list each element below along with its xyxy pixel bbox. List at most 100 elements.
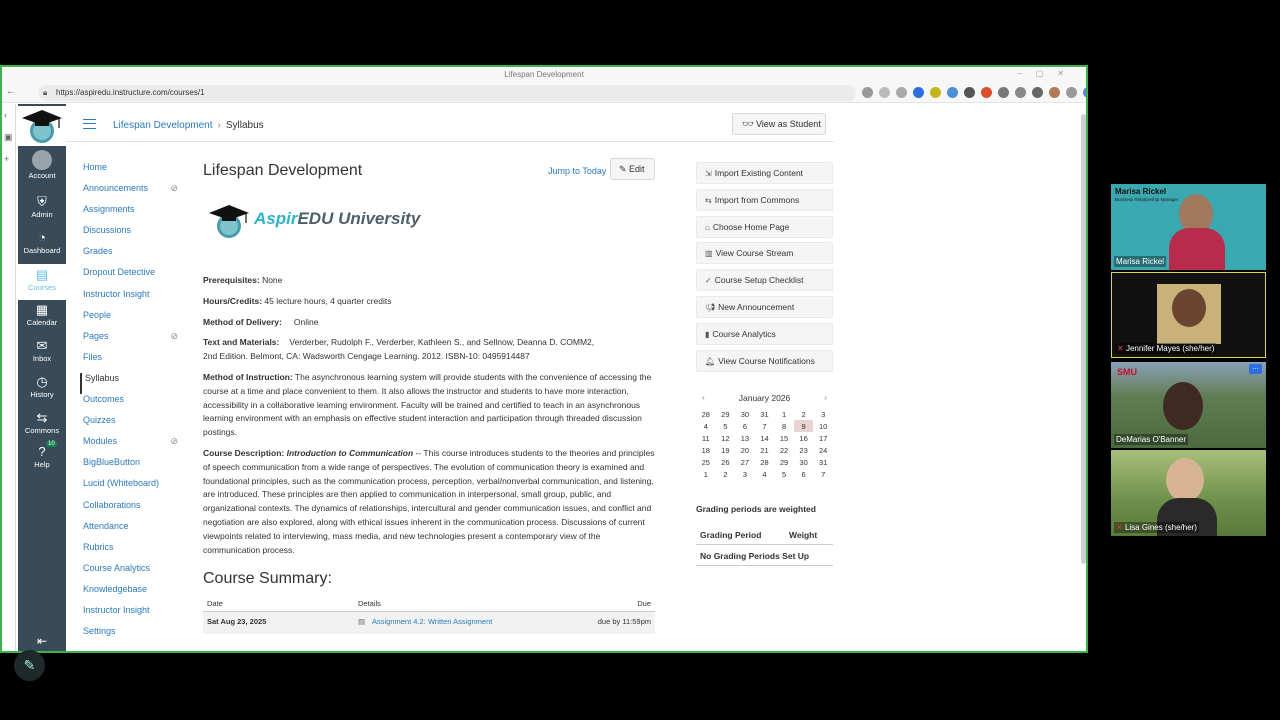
assignment-link[interactable]: Assignment 4.2: Written Assignment xyxy=(372,617,492,626)
course-nav-syllabus[interactable]: Syllabus xyxy=(80,372,178,395)
import-from-commons-button[interactable]: ⇆ Import from Commons xyxy=(696,188,833,211)
calendar-day[interactable]: 16 xyxy=(794,432,814,444)
global-nav-calendar[interactable]: ▦ Calendar xyxy=(18,302,66,327)
extension-icon[interactable] xyxy=(998,87,1009,98)
calendar-day[interactable]: 26 xyxy=(716,456,736,468)
calendar-day[interactable]: 7 xyxy=(813,468,833,480)
global-nav-account[interactable]: Account xyxy=(18,150,66,180)
calendar-day[interactable]: 15 xyxy=(774,432,794,444)
course-nav-dropout-detective[interactable]: Dropout Detective xyxy=(83,267,178,288)
calendar-day[interactable]: 27 xyxy=(735,456,755,468)
global-nav-inbox[interactable]: ✉ Inbox xyxy=(18,338,66,363)
course-nav-lucid-whiteboard[interactable]: Lucid (Whiteboard) xyxy=(83,478,178,499)
calendar-day[interactable]: 12 xyxy=(716,432,736,444)
course-nav-instructor-insight[interactable]: Instructor Insight xyxy=(83,289,178,310)
calendar-day[interactable]: 2 xyxy=(716,468,736,480)
chevron-left-icon[interactable]: ‹ xyxy=(702,392,705,402)
calendar-day[interactable]: 1 xyxy=(774,408,794,420)
more-options-icon[interactable]: … xyxy=(1249,364,1262,374)
course-nav-files[interactable]: Files xyxy=(83,352,178,373)
calendar-day[interactable]: 29 xyxy=(774,456,794,468)
extension-icon[interactable] xyxy=(896,87,907,98)
calendar-day[interactable]: 30 xyxy=(794,456,814,468)
window-controls[interactable]: –▢✕ xyxy=(1017,69,1078,78)
extension-icon[interactable] xyxy=(964,87,975,98)
course-nav-outcomes[interactable]: Outcomes xyxy=(83,394,178,415)
chevron-right-icon[interactable]: › xyxy=(824,392,827,402)
add-icon[interactable]: + xyxy=(4,154,9,164)
view-course-stream-button[interactable]: ▥ View Course Stream xyxy=(696,242,833,265)
course-nav-home[interactable]: Home xyxy=(83,162,178,183)
course-nav-attendance[interactable]: Attendance xyxy=(83,521,178,542)
calendar-day[interactable]: 4 xyxy=(755,468,775,480)
annotate-pen-icon[interactable]: ✎ xyxy=(14,650,45,681)
edit-button[interactable]: ✎ Edit xyxy=(610,158,655,180)
global-nav-help[interactable]: ? Help 10 xyxy=(18,441,66,469)
course-nav-knowledgebase[interactable]: Knowledgebase xyxy=(83,584,178,605)
calendar-day-today[interactable]: 9 xyxy=(793,420,814,432)
calendar-day[interactable]: 3 xyxy=(735,468,755,480)
course-nav-settings[interactable]: Settings xyxy=(83,626,178,647)
calendar-day[interactable]: 5 xyxy=(716,420,736,432)
extension-icon[interactable] xyxy=(930,87,941,98)
course-setup-checklist-button[interactable]: ✓ Course Setup Checklist xyxy=(696,269,833,292)
hamburger-icon[interactable] xyxy=(83,119,96,129)
calendar-day[interactable]: 1 xyxy=(696,468,716,480)
global-nav-commons[interactable]: ⇆ Commons xyxy=(18,410,66,435)
calendar-day[interactable]: 24 xyxy=(813,444,833,456)
participant-tile[interactable]: SMU … DeMarias O'Banner xyxy=(1111,362,1266,448)
extension-icon[interactable] xyxy=(1032,87,1043,98)
choose-home-page-button[interactable]: ⌂ Choose Home Page xyxy=(696,215,833,238)
import-existing-content-button[interactable]: ⇲ Import Existing Content xyxy=(696,162,833,184)
calendar-day[interactable]: 30 xyxy=(735,408,755,420)
calendar-day[interactable]: 4 xyxy=(696,420,716,432)
calendar-day[interactable]: 3 xyxy=(813,408,833,420)
calendar-day[interactable]: 25 xyxy=(696,456,716,468)
calendar-day[interactable]: 14 xyxy=(755,432,775,444)
course-nav-collaborations[interactable]: Collaborations xyxy=(83,500,178,521)
course-nav-grades[interactable]: Grades xyxy=(83,246,178,267)
course-analytics-button[interactable]: ▮ Course Analytics xyxy=(696,322,833,345)
page-scrollbar[interactable] xyxy=(1081,114,1086,564)
view-course-notifications-button[interactable]: 🔔︎ View Course Notifications xyxy=(696,349,833,372)
calendar-day[interactable]: 8 xyxy=(774,420,794,432)
calendar-day[interactable]: 17 xyxy=(813,432,833,444)
calendar-day[interactable]: 23 xyxy=(794,444,814,456)
course-nav-people[interactable]: People xyxy=(83,310,178,331)
course-nav-modules[interactable]: Modules ⊘ xyxy=(83,436,178,457)
calendar-day[interactable]: 6 xyxy=(735,420,755,432)
calendar-day[interactable]: 28 xyxy=(755,456,775,468)
calendar-day[interactable]: 31 xyxy=(813,456,833,468)
collapse-icon[interactable]: ‹ xyxy=(4,110,7,120)
breadcrumb-course[interactable]: Lifespan Development xyxy=(113,120,213,131)
participant-tile-active[interactable]: ✕ Jennifer Mayes (she/her) xyxy=(1111,272,1266,358)
global-nav-admin[interactable]: ⛨ Admin xyxy=(18,194,66,219)
participant-tile[interactable]: Marisa Rickel Business Relationship Mana… xyxy=(1111,184,1266,270)
profile-avatar[interactable] xyxy=(1049,87,1060,98)
view-as-student-button[interactable]: 👓︎ View as Student xyxy=(732,113,826,135)
course-nav-discussions[interactable]: Discussions xyxy=(83,225,178,246)
calendar-day[interactable]: 22 xyxy=(774,444,794,456)
course-nav-instructor-insight[interactable]: Instructor Insight xyxy=(83,605,178,626)
extension-icon[interactable] xyxy=(913,87,924,98)
calendar-day[interactable]: 28 xyxy=(696,408,716,420)
calendar-day[interactable]: 7 xyxy=(755,420,775,432)
institution-logo[interactable] xyxy=(18,106,66,146)
address-bar[interactable]: 🔒︎ https://aspiredu.instructure.com/cour… xyxy=(38,85,856,101)
calendar-day[interactable]: 21 xyxy=(755,444,775,456)
tab-icon[interactable]: ▣ xyxy=(4,132,13,143)
jump-to-today-link[interactable]: Jump to Today xyxy=(548,166,606,176)
calendar-day[interactable]: 6 xyxy=(794,468,814,480)
course-nav-assignments[interactable]: Assignments xyxy=(83,204,178,225)
back-arrow-icon[interactable]: ← xyxy=(6,86,16,97)
calendar-day[interactable]: 31 xyxy=(755,408,775,420)
global-nav-courses[interactable]: ▤ Courses xyxy=(18,264,66,300)
extension-icon[interactable] xyxy=(981,87,992,98)
copilot-icon[interactable] xyxy=(1083,87,1086,98)
course-nav-pages[interactable]: Pages ⊘ xyxy=(83,331,178,352)
calendar-day[interactable]: 20 xyxy=(735,444,755,456)
extension-icon[interactable] xyxy=(862,87,873,98)
course-nav-announcements[interactable]: Announcements ⊘ xyxy=(83,183,178,204)
global-nav-dashboard[interactable]: ◔ Dashboard xyxy=(18,230,66,255)
global-nav-history[interactable]: ◷ History xyxy=(18,374,66,399)
